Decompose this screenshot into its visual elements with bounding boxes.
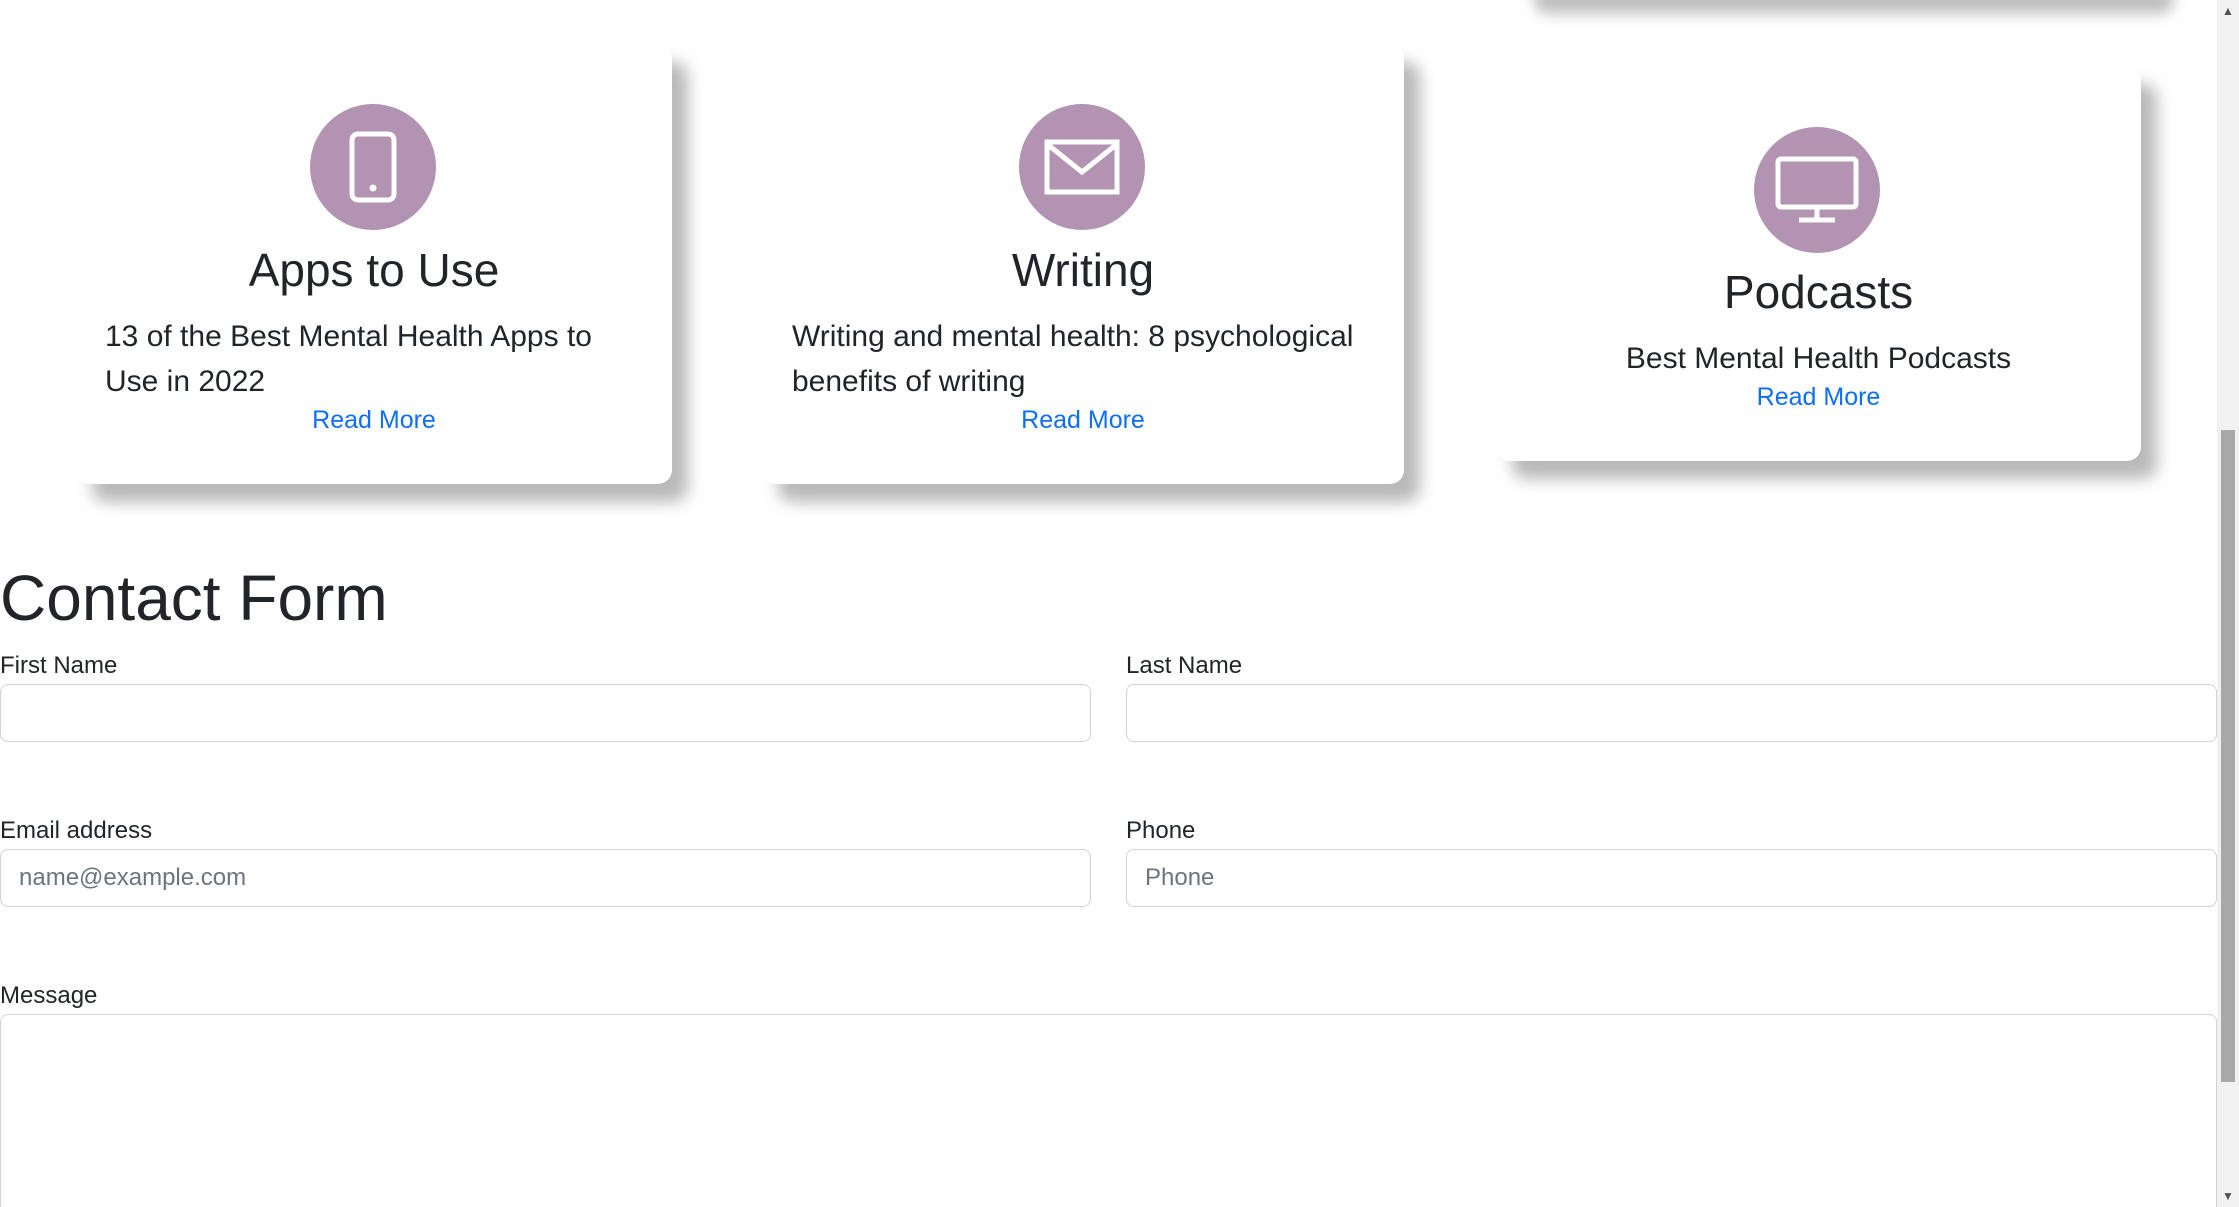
monitor-icon [1754,127,1880,253]
last-name-label: Last Name [1126,652,1243,679]
last-name-input[interactable] [1126,684,2217,742]
tablet-icon [310,104,436,230]
first-name-label: First Name [0,652,118,679]
card-title: Writing [1011,244,1155,296]
card-description: Best Mental Health Podcasts [1625,342,2012,375]
message-label: Message [0,982,98,1009]
read-more-link[interactable]: Read More [762,404,1404,436]
scrollbar-thumb[interactable] [2221,430,2235,1082]
card-title: Podcasts [1723,266,1914,318]
card-description: Writing and mental health: 8 psychologic… [792,320,1354,398]
first-name-input[interactable] [0,684,1091,742]
card-title: Apps to Use [248,244,500,296]
scroll-down-arrow-icon[interactable]: ▼ [2217,1185,2239,1207]
card-podcasts: Podcasts Best Mental Health Podcasts Rea… [1496,66,2141,461]
card-writing: Writing Writing and mental health: 8 psy… [762,44,1404,484]
contact-form-title: Contact Form [0,562,388,634]
page: Apps to Use 13 of the Best Mental Health… [0,0,2217,1207]
read-more-link[interactable]: Read More [76,404,672,436]
card-apps-to-use: Apps to Use 13 of the Best Mental Health… [76,44,672,484]
email-input[interactable] [0,849,1091,907]
phone-input[interactable] [1126,849,2217,907]
read-more-link[interactable]: Read More [1496,381,2141,413]
envelope-icon [1019,104,1145,230]
email-label: Email address [0,817,153,844]
message-textarea[interactable] [0,1014,2217,1207]
scroll-up-arrow-icon[interactable]: ▲ [2217,0,2239,22]
card-description: 13 of the Best Mental Health Apps to Use… [105,320,592,398]
phone-label: Phone [1126,817,1196,844]
vertical-scrollbar[interactable]: ▲ ▼ [2217,0,2239,1207]
